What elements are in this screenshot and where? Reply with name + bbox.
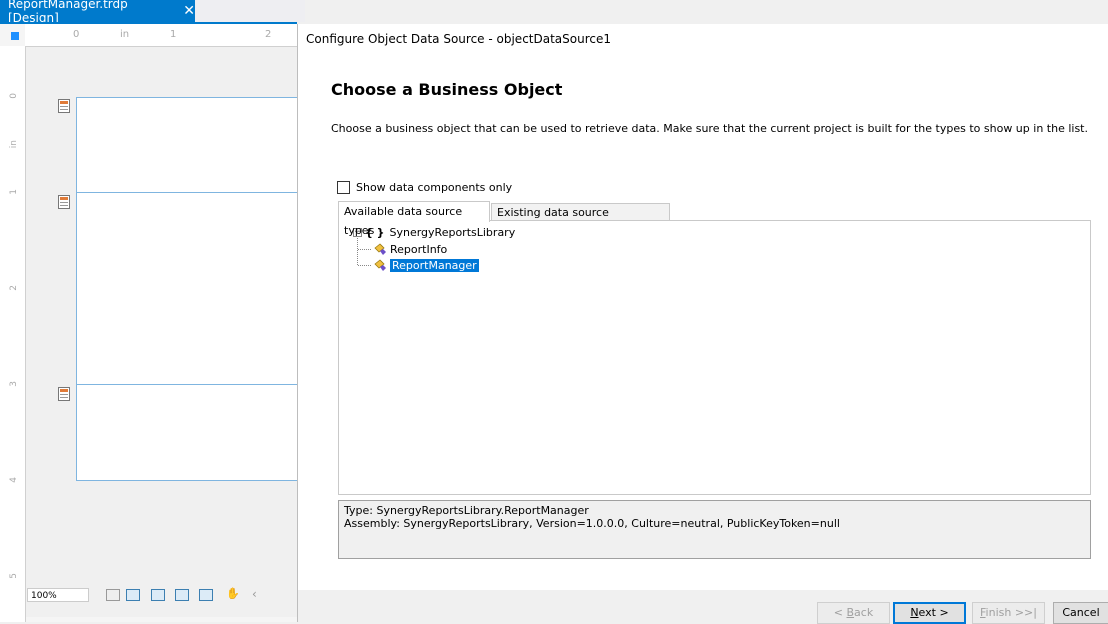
tree-node-namespace[interactable]: − { } SynergyReportsLibrary [353, 226, 515, 239]
finish-button[interactable]: Finish >>| [972, 602, 1045, 624]
page-footer-band[interactable] [76, 384, 297, 481]
report-designer: 0 in 1 2 0 in 1 2 3 4 5 [0, 24, 297, 622]
tree-node-label-selected: ReportManager [390, 258, 479, 272]
close-icon[interactable]: ✕ [183, 3, 195, 19]
tree-node-class-reportinfo[interactable]: ReportInfo [373, 242, 447, 256]
detail-band[interactable] [76, 192, 297, 385]
class-icon [374, 243, 386, 255]
tree-connector [358, 249, 371, 250]
grid-icon[interactable] [106, 589, 120, 601]
page-description: Choose a business object that can be use… [331, 122, 1088, 135]
ruler-tick-label: 2 [265, 29, 272, 40]
next-label-rest: ext > [918, 606, 949, 619]
ruler-tick-label: 0 [9, 93, 19, 99]
snap-to-lines-icon[interactable] [151, 589, 165, 601]
tree-node-class-reportmanager[interactable]: ReportManager [373, 258, 479, 272]
cancel-button[interactable]: Cancel [1053, 602, 1108, 624]
configure-object-data-source-dialog: Configure Object Data Source - objectDat… [297, 24, 1108, 624]
scroll-left-icon[interactable]: ‹ [252, 588, 266, 601]
ruler-tick-label: 2 [9, 285, 19, 291]
tree-connector [357, 238, 358, 265]
tree-node-label: ReportInfo [390, 242, 448, 256]
back-prefix: < [833, 606, 847, 619]
vertical-ruler: 0 in 1 2 3 4 5 [0, 46, 26, 622]
ruler-corner-icon[interactable] [11, 32, 19, 40]
class-icon [374, 259, 386, 271]
ruler-tick-label: 4 [9, 477, 19, 483]
back-button[interactable]: < Back [817, 602, 890, 624]
hand-tool-icon[interactable]: ✋ [226, 588, 240, 601]
document-tab[interactable]: ReportManager.trdp [Design] ✕ [0, 0, 195, 25]
detail-section-icon[interactable] [58, 195, 70, 209]
ruler-tick-label: 1 [9, 189, 19, 195]
ruler-tick-label: 5 [9, 573, 19, 579]
report-canvas[interactable] [26, 47, 297, 617]
ruler-toggle-icon[interactable] [175, 589, 189, 601]
tree-node-label: SynergyReportsLibrary [389, 226, 516, 239]
ruler-unit-label: in [120, 29, 130, 40]
type-info-type: Type: SynergyReportsLibrary.ReportManage… [344, 504, 589, 517]
zoom-combo[interactable]: 100% [27, 588, 89, 602]
snap-to-grid-icon[interactable] [126, 589, 140, 601]
show-data-components-checkbox[interactable] [337, 181, 350, 194]
show-data-components-label[interactable]: Show data components only [356, 181, 512, 194]
ruler-tick-label: 0 [73, 29, 80, 40]
dialog-title: Configure Object Data Source - objectDat… [306, 32, 611, 46]
finish-label-rest: inish >>| [985, 606, 1037, 619]
horizontal-ruler: 0 in 1 2 [25, 24, 297, 47]
page-header-section-icon[interactable] [58, 99, 70, 113]
tab-existing-data-source-components[interactable]: Existing data source components [491, 203, 670, 236]
page-footer-section-icon[interactable] [58, 387, 70, 401]
page-header-band[interactable] [76, 97, 297, 193]
ruler-unit-label: in [9, 140, 19, 149]
next-access-key: N [910, 606, 919, 619]
tab-available-data-source-types[interactable]: Available data source types [338, 201, 490, 237]
show-data-components-checkbox-row[interactable]: Show data components only [337, 181, 512, 194]
section-toggle-icon[interactable] [199, 589, 213, 601]
type-info-assembly: Assembly: SynergyReportsLibrary, Version… [344, 517, 840, 530]
tab-strip-background [195, 0, 305, 22]
data-source-tree[interactable]: − { } SynergyReportsLibrary ReportInfo R… [338, 220, 1091, 495]
ruler-tick-label: 1 [170, 29, 177, 40]
page-heading: Choose a Business Object [331, 80, 563, 99]
back-label-rest: ack [854, 606, 874, 619]
next-button[interactable]: Next > [893, 602, 966, 624]
tree-connector [358, 265, 371, 266]
ruler-tick-label: 3 [9, 381, 19, 387]
type-info-panel: Type: SynergyReportsLibrary.ReportManage… [338, 500, 1091, 559]
back-access-key: B [846, 606, 855, 619]
